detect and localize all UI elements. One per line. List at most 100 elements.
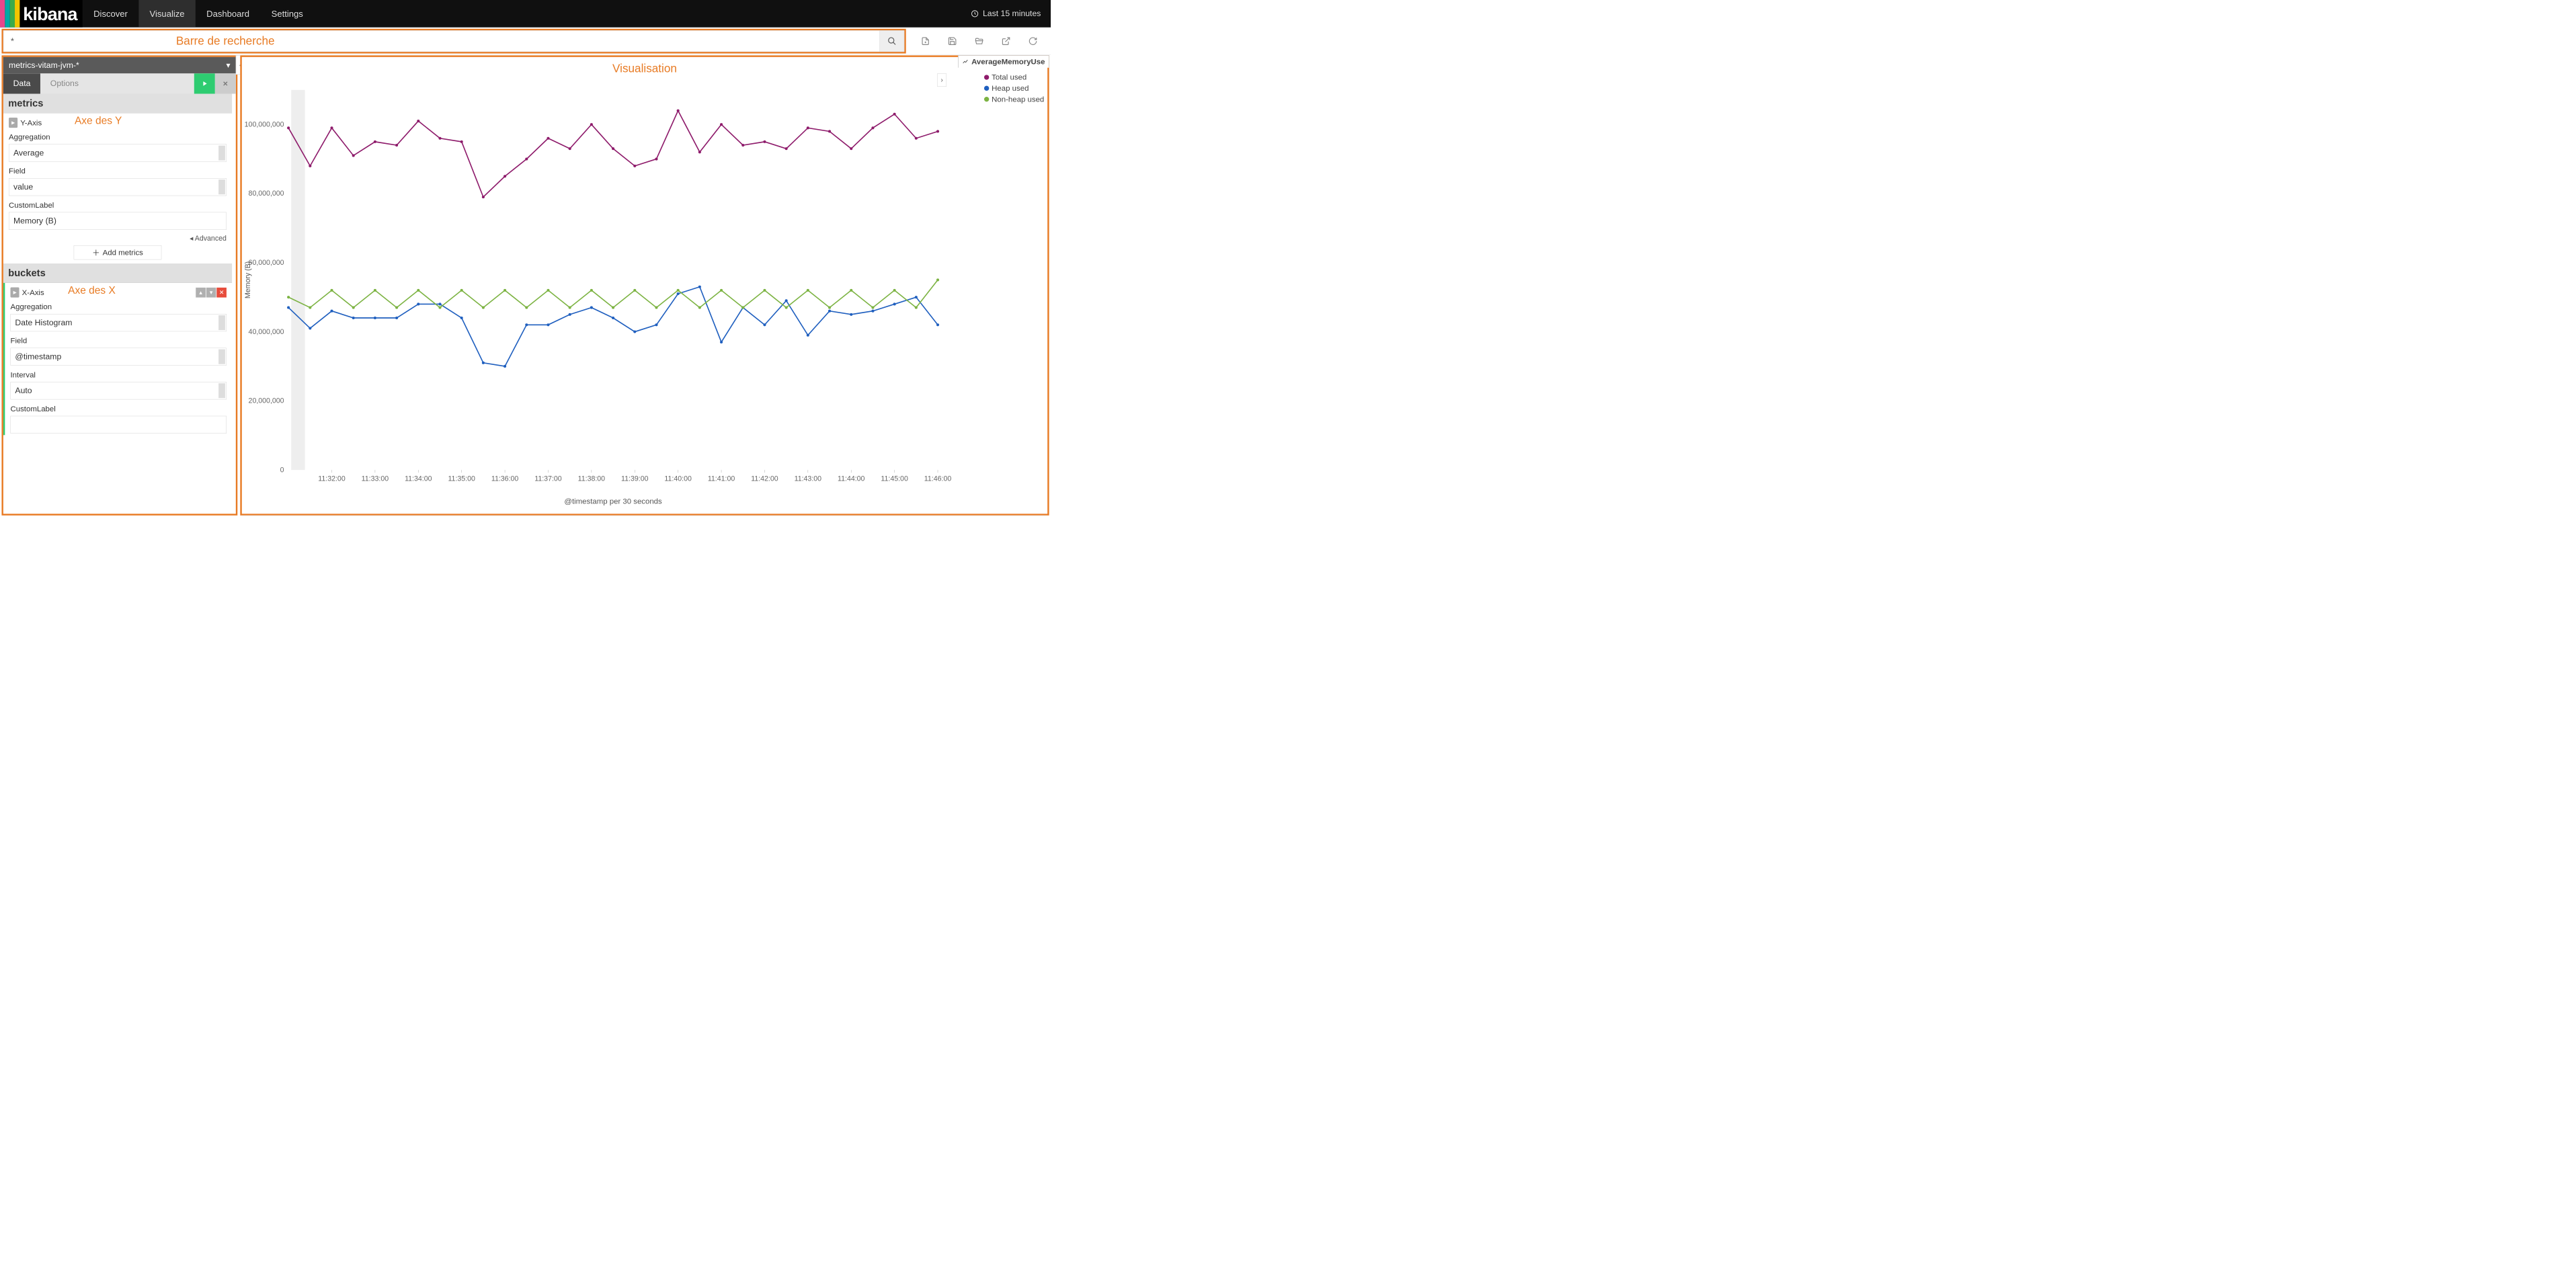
bucket-aggregation-select[interactable]: Date Histogram [11,314,227,331]
action-toolbar [908,28,1051,54]
bucket-field-label: Field [11,336,227,345]
interval-select[interactable]: Auto [11,382,227,399]
svg-text:20,000,000: 20,000,000 [249,397,284,405]
nav-visualize[interactable]: Visualize [138,0,196,28]
run-button[interactable] [194,73,215,93]
config-panel: metrics-vitam-jvm-* ▾ ‹ Data Options met… [1,55,237,515]
query-row: Barre de recherche [0,28,1051,55]
search-icon [887,36,897,46]
external-link-icon [1002,36,1011,46]
save-button[interactable] [940,32,965,51]
aggregation-value: Average [13,149,44,158]
index-pattern-bar[interactable]: metrics-vitam-jvm-* ▾ [3,57,236,73]
x-axis-label: X-Axis [22,288,44,296]
bucket-down-button[interactable]: ▾ [206,288,216,298]
tab-data[interactable]: Data [3,73,40,93]
time-picker-label: Last 15 minutes [983,9,1041,18]
nav-settings[interactable]: Settings [260,0,314,28]
bucket-custom-label-input[interactable] [11,416,227,434]
advanced-toggle[interactable]: ◂ Advanced [3,231,232,245]
svg-text:11:39:00: 11:39:00 [621,475,649,483]
folder-open-icon [975,36,984,46]
new-button[interactable] [913,32,938,51]
field-label: Field [9,167,227,175]
time-picker[interactable]: Last 15 minutes [961,0,1051,28]
bucket-field-select[interactable]: @timestamp [11,348,227,366]
play-icon [201,80,208,87]
svg-text:100,000,000: 100,000,000 [245,120,284,128]
interval-value: Auto [15,386,32,395]
svg-text:@timestamp per 30 seconds: @timestamp per 30 seconds [564,498,662,506]
index-pattern-label: metrics-vitam-jvm-* [9,60,79,70]
close-icon [222,80,229,87]
bucket-field-value: @timestamp [15,352,61,362]
custom-label-input[interactable] [9,212,227,230]
svg-text:Memory (B): Memory (B) [244,261,252,298]
file-plus-icon [921,36,930,46]
y-axis-toggle[interactable]: ▸ [9,118,17,128]
config-scroll: metrics ▸ Y-Axis Axe des Y Aggregation A… [3,94,236,514]
nav-dashboard[interactable]: Dashboard [196,0,260,28]
logo-bars [0,0,19,28]
svg-text:11:44:00: 11:44:00 [838,475,865,483]
save-icon [948,36,957,46]
field-value: value [13,182,33,192]
svg-text:11:35:00: 11:35:00 [448,475,475,483]
bucket-up-button[interactable]: ▴ [196,288,206,298]
search-bar: Barre de recherche [1,29,905,54]
bucket-aggregation-label: Aggregation [11,302,227,311]
field-select[interactable]: value [9,178,227,196]
logo: kibana [0,0,83,28]
nav-discover[interactable]: Discover [83,0,138,28]
svg-text:11:33:00: 11:33:00 [362,475,389,483]
svg-text:11:40:00: 11:40:00 [664,475,692,483]
interval-label: Interval [11,370,227,379]
svg-text:11:41:00: 11:41:00 [708,475,735,483]
svg-text:0: 0 [280,466,284,474]
y-axis-label: Y-Axis [20,118,42,127]
main: metrics-vitam-jvm-* ▾ ‹ Data Options met… [0,55,1051,518]
bucket-delete-button[interactable]: ✕ [216,288,227,298]
chart-svg: 0 20,000,000 40,000,000 60,000,000 80,000,00… [242,57,1047,514]
svg-text:11:45:00: 11:45:00 [881,475,908,483]
bucket-aggregation-value: Date Histogram [15,318,72,327]
x-axis-toggle[interactable]: ▸ [11,287,19,297]
share-button[interactable] [994,32,1018,51]
add-metrics-button[interactable]: ＋Add metrics [74,245,162,259]
y-axis-annotation: Axe des Y [75,115,122,127]
caret-down-icon: ▾ [226,60,230,70]
open-button[interactable] [967,32,992,51]
search-button[interactable] [880,30,905,52]
tab-options[interactable]: Options [40,73,89,93]
svg-text:11:37:00: 11:37:00 [534,475,562,483]
x-axis-annotation: Axe des X [68,284,116,296]
top-nav: kibana Discover Visualize Dashboard Sett… [0,0,1051,28]
expand-bottom-button[interactable] [242,516,1047,518]
svg-text:11:34:00: 11:34:00 [405,475,432,483]
refresh-icon [1029,36,1038,46]
config-tabs: Data Options [3,73,236,93]
svg-text:80,000,000: 80,000,000 [249,190,284,198]
aggregation-select[interactable]: Average [9,145,227,162]
svg-text:11:36:00: 11:36:00 [491,475,519,483]
bucket-custom-label-label: CustomLabel [11,405,227,413]
buckets-section-title: buckets [3,263,232,283]
svg-text:40,000,000: 40,000,000 [249,328,284,336]
discard-button[interactable] [215,73,236,93]
clock-icon [971,9,979,17]
metrics-section-title: metrics [3,94,232,114]
svg-text:11:32:00: 11:32:00 [318,475,346,483]
svg-text:60,000,000: 60,000,000 [249,259,284,267]
custom-label-label: CustomLabel [9,201,227,210]
refresh-button[interactable] [1020,32,1045,51]
chart-area: 0 20,000,000 40,000,000 60,000,000 80,000,00… [242,57,1047,514]
svg-text:11:42:00: 11:42:00 [751,475,778,483]
visualization-panel: Visualisation AverageMemoryUse › Total u… [240,55,1049,515]
svg-text:11:38:00: 11:38:00 [578,475,606,483]
aggregation-label: Aggregation [9,132,227,141]
plus-icon: ＋ [92,247,99,258]
search-input[interactable] [3,30,880,52]
logo-text: kibana [23,3,77,24]
svg-text:11:43:00: 11:43:00 [795,475,822,483]
svg-text:11:46:00: 11:46:00 [924,475,952,483]
